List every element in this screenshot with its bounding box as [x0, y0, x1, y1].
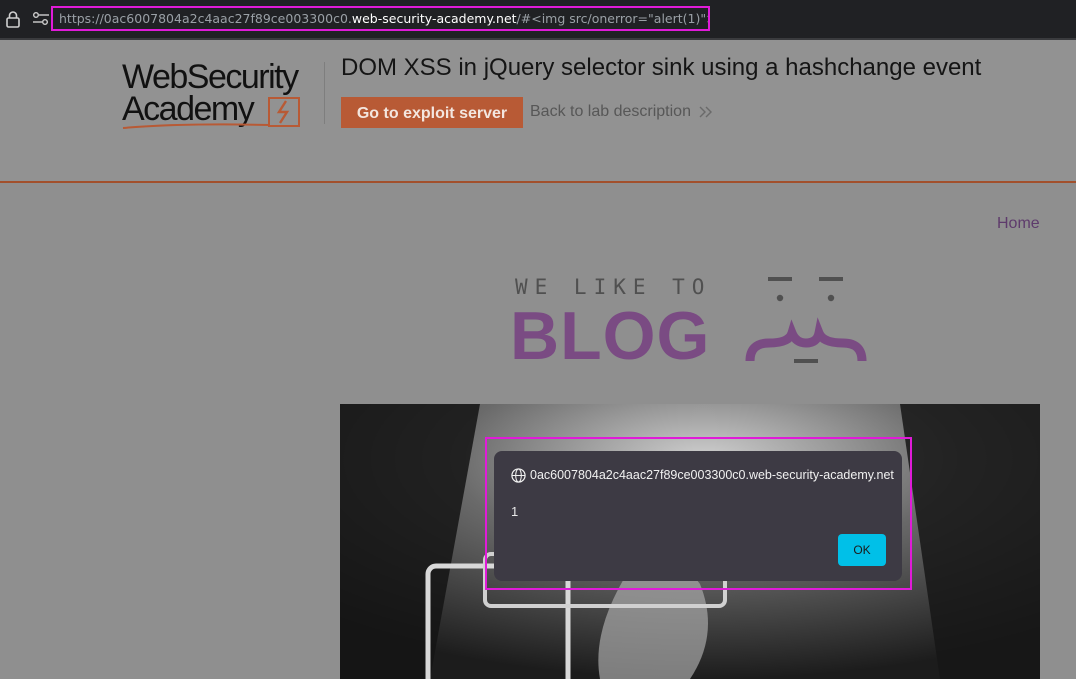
logo-text-websecurity: WebSecurity [122, 58, 299, 96]
alert-dialog: 0ac6007804a2c4aac27f89ce003300c0.web-sec… [494, 451, 902, 581]
lab-title: DOM XSS in jQuery selector sink using a … [341, 54, 982, 81]
url-fragment: /#<img src/onerror="alert(1)"> [516, 11, 710, 26]
logo-underline-swoosh [122, 123, 271, 129]
ok-button[interactable]: OK [838, 534, 886, 566]
logo-divider [324, 62, 325, 124]
lightning-flask-icon [268, 97, 300, 127]
dialog-message: 1 [511, 504, 519, 519]
blog-wordmark: BLOG [510, 298, 711, 374]
site-settings-icon[interactable] [32, 11, 50, 27]
lock-icon[interactable] [5, 10, 21, 28]
back-to-lab-description-link[interactable]: Back to lab description [530, 103, 713, 121]
dialog-origin: 0ac6007804a2c4aac27f89ce003300c0.web-sec… [530, 468, 894, 482]
back-link-label: Back to lab description [530, 103, 691, 120]
header-divider [0, 181, 1076, 183]
web-security-academy-logo[interactable]: WebSecurity Academy [122, 60, 322, 132]
url-field[interactable]: https://0ac6007804a2c4aac27f89ce003300c0… [51, 6, 710, 31]
browser-address-bar: https://0ac6007804a2c4aac27f89ce003300c0… [0, 0, 1076, 40]
go-to-exploit-server-button[interactable]: Go to exploit server [341, 97, 523, 128]
url-prefix: https://0ac6007804a2c4aac27f89ce003300c0… [59, 11, 352, 26]
double-chevron-right-icon [699, 106, 713, 118]
blog-face-icon [745, 277, 867, 363]
blog-tagline: WE LIKE TO [515, 275, 712, 299]
globe-icon [511, 468, 526, 483]
home-link[interactable]: Home [997, 215, 1040, 233]
url-host: web-security-academy.net [351, 11, 517, 26]
